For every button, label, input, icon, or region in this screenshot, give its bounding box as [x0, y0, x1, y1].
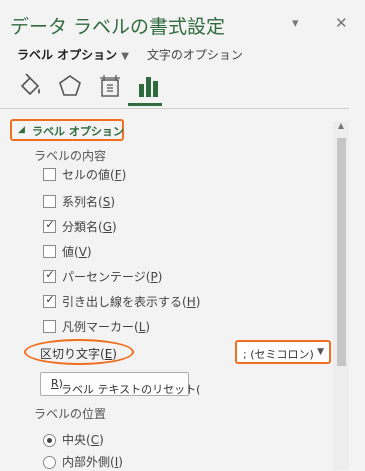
- checkmark-icon: ✓: [45, 293, 55, 306]
- section-header-label-options[interactable]: ◢ ラベル オプション: [10, 119, 124, 141]
- tab-text-options[interactable]: 文字のオプション: [147, 46, 243, 63]
- close-icon[interactable]: ✕: [335, 14, 348, 32]
- radio-button[interactable]: [43, 456, 56, 469]
- tab-dropdown-icon[interactable]: ▼: [121, 51, 129, 62]
- panel-title: データ ラベルの書式設定: [10, 16, 226, 38]
- section-title: ラベル オプション: [32, 125, 124, 138]
- checkbox[interactable]: ✓: [43, 218, 56, 233]
- checkbox-label: 引き出し線を表示する(H): [62, 295, 201, 309]
- size-properties-icon[interactable]: [96, 72, 124, 100]
- label-contents-heading: ラベルの内容: [34, 149, 107, 163]
- chevron-down-icon[interactable]: ▾: [292, 16, 299, 31]
- reset-label-text-button[interactable]: ラベル テキストのリセット(R): [40, 372, 201, 396]
- fill-line-icon[interactable]: [16, 72, 44, 100]
- checkbox[interactable]: ✓: [43, 293, 56, 308]
- checkbox-label: 凡例マーカー(L): [62, 320, 151, 334]
- radio-label: 中央(C): [62, 433, 104, 447]
- checkmark-icon: ✓: [45, 218, 55, 231]
- divider: [0, 108, 349, 109]
- radio-label: 内部外側(I): [62, 455, 123, 469]
- radio-dot: [47, 438, 52, 443]
- checkbox[interactable]: ✓: [43, 268, 56, 283]
- checkbox-label: 値(V): [62, 245, 92, 259]
- checkbox[interactable]: [43, 245, 56, 258]
- radio-button[interactable]: [43, 434, 56, 447]
- separator-value: ; (セミコロン): [243, 348, 314, 361]
- checkmark-icon: ✓: [45, 268, 55, 281]
- checkbox[interactable]: [43, 320, 56, 333]
- active-icon-tab-indicator: [128, 103, 162, 106]
- tab-label-options[interactable]: ラベル オプション: [17, 46, 117, 63]
- label-options-icon[interactable]: [134, 72, 162, 100]
- separator-dropdown[interactable]: ; (セミコロン) ▼: [235, 340, 331, 364]
- scrollbar-thumb[interactable]: [337, 138, 346, 366]
- checkbox-label: パーセンテージ(P): [62, 270, 163, 284]
- collapse-triangle-icon: ◢: [18, 125, 25, 135]
- dropdown-arrow-icon: ▼: [317, 347, 324, 357]
- checkbox[interactable]: [43, 195, 56, 208]
- checkbox-label: 系列名(S): [62, 195, 115, 209]
- reset-button-label: ラベル テキストのリセット(R): [51, 377, 201, 396]
- options-tab-row: ラベル オプション ▼ 文字のオプション: [17, 46, 243, 63]
- label-position-heading: ラベルの位置: [34, 407, 107, 421]
- separator-label: 区切り文字(E): [40, 347, 117, 361]
- checkbox[interactable]: [43, 168, 56, 181]
- checkbox-label: セルの値(F): [62, 168, 127, 182]
- checkbox-label: 分類名(G): [62, 220, 117, 234]
- effects-icon[interactable]: [56, 72, 84, 100]
- scroll-up-icon[interactable]: ▲: [333, 121, 349, 135]
